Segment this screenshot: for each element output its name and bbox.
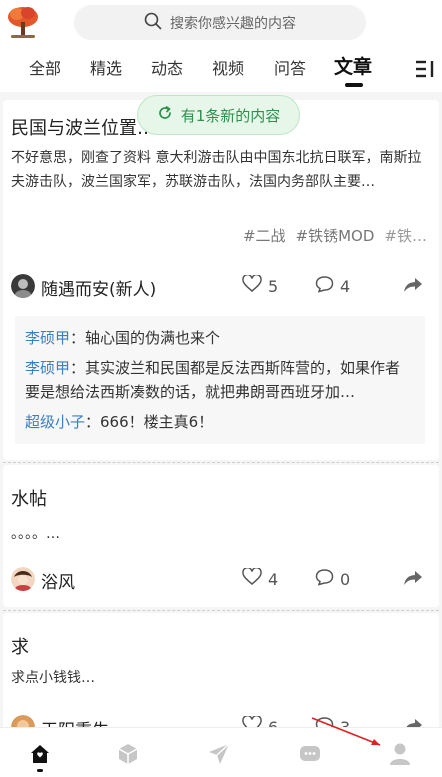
annotation-arrow-icon bbox=[311, 717, 381, 746]
post-tags: #二战 #铁锈MOD #铁… bbox=[243, 225, 427, 246]
search-placeholder: 搜索你感兴趣的内容 bbox=[170, 15, 296, 32]
top-bar: 搜索你感兴趣的内容 全部 精选 动态 视频 问答 文章 bbox=[0, 0, 442, 92]
category-tabs: 全部 精选 动态 视频 问答 文章 bbox=[0, 50, 442, 88]
comment-bubble-icon bbox=[315, 568, 334, 590]
refresh-icon bbox=[157, 105, 173, 125]
like-count[interactable]: 4 bbox=[242, 566, 278, 590]
tab-all[interactable]: 全部 bbox=[29, 56, 61, 82]
heart-icon bbox=[242, 273, 262, 297]
search-icon bbox=[144, 12, 162, 34]
comment-item[interactable]: 李硕甲：轴心国的伪满也来个 bbox=[25, 324, 415, 352]
comment-item[interactable]: 超级小子：666！楼主真6！ bbox=[25, 408, 415, 436]
comment-bubble-icon bbox=[315, 275, 334, 297]
cube-icon[interactable] bbox=[115, 741, 141, 767]
share-icon[interactable] bbox=[403, 569, 423, 587]
tag[interactable]: #二战 bbox=[243, 225, 286, 246]
comment-preview-list[interactable]: 李硕甲：轴心国的伪满也来个 李硕甲：其实波兰和民国都是反法西斯阵营的，如果作者要… bbox=[15, 316, 425, 444]
search-bar[interactable]: 搜索你感兴趣的内容 bbox=[74, 5, 366, 40]
post-meta: 随遇而安(新人) 5 4 bbox=[11, 272, 429, 302]
author-name[interactable]: 随遇而安(新人) bbox=[41, 275, 156, 300]
post-title[interactable]: 求 bbox=[11, 633, 29, 659]
post-excerpt: 求点小钱钱… bbox=[11, 670, 95, 686]
post-title[interactable]: 民国与波兰位置… bbox=[11, 114, 151, 140]
tab-featured[interactable]: 精选 bbox=[90, 56, 122, 82]
tab-articles[interactable]: 文章 bbox=[334, 54, 372, 80]
avatar[interactable] bbox=[11, 567, 35, 591]
comment-count[interactable]: 4 bbox=[315, 275, 350, 297]
post-card[interactable]: 水帖 。。。。… 浴风 4 0 bbox=[3, 465, 439, 607]
avatar[interactable] bbox=[11, 274, 35, 298]
post-excerpt: 不好意思，刚查了资料 意大利游击队由中国东北抗日联军，南斯拉夫游击队，波兰国家军… bbox=[11, 150, 422, 190]
tag[interactable]: #铁… bbox=[384, 225, 427, 246]
active-tab-indicator bbox=[345, 83, 363, 87]
divider bbox=[3, 462, 439, 463]
tab-dynamic[interactable]: 动态 bbox=[151, 56, 183, 82]
app-logo-icon[interactable] bbox=[6, 4, 40, 40]
heart-icon bbox=[242, 566, 262, 590]
active-nav-indicator bbox=[37, 769, 43, 772]
toast-text: 有1条新的内容 bbox=[180, 106, 281, 125]
author-name[interactable]: 浴风 bbox=[41, 568, 75, 593]
home-icon[interactable] bbox=[27, 741, 53, 767]
post-title[interactable]: 水帖 bbox=[11, 485, 47, 511]
profile-icon[interactable] bbox=[387, 741, 413, 767]
tag[interactable]: #铁锈MOD bbox=[296, 225, 375, 246]
comment-count[interactable]: 0 bbox=[315, 568, 350, 590]
post-card[interactable]: 民国与波兰位置… 不好意思，刚查了资料 意大利游击队由中国东北抗日联军，南斯拉夫… bbox=[3, 100, 439, 460]
tab-video[interactable]: 视频 bbox=[212, 56, 244, 82]
more-tabs-icon[interactable] bbox=[414, 58, 436, 80]
like-count[interactable]: 5 bbox=[242, 273, 278, 297]
post-excerpt: 。。。。… bbox=[11, 526, 60, 542]
divider bbox=[3, 610, 439, 611]
comment-item[interactable]: 李硕甲：其实波兰和民国都是反法西斯阵营的，如果作者要是想给法西斯凑数的话，就把弗… bbox=[25, 356, 415, 404]
send-icon[interactable] bbox=[206, 741, 232, 767]
tab-qa[interactable]: 问答 bbox=[274, 56, 306, 82]
post-meta: 浴风 4 0 bbox=[11, 565, 429, 595]
share-icon[interactable] bbox=[403, 276, 423, 294]
new-content-toast[interactable]: 有1条新的内容 bbox=[137, 95, 300, 135]
